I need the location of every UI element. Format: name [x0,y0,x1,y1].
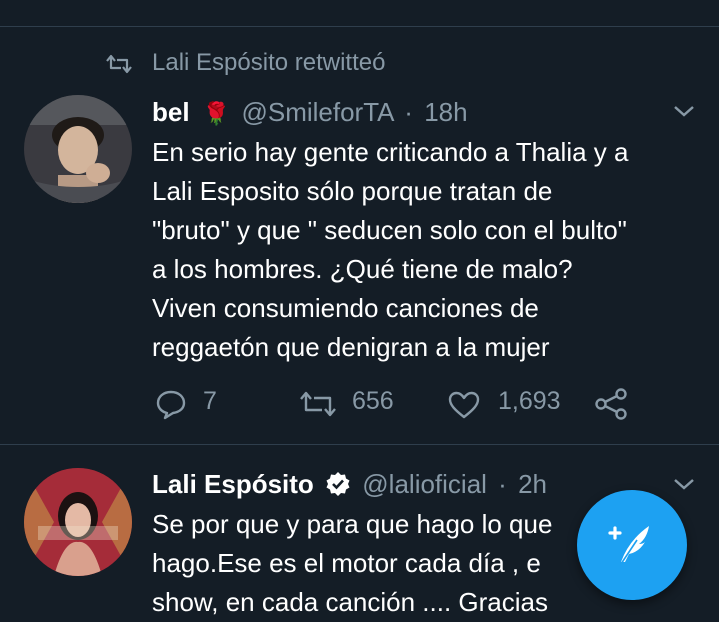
tweet-text-line: hago.Ese es el motor cada día , e [152,548,541,578]
timestamp[interactable]: 18h [424,97,467,127]
avatar[interactable] [24,468,132,576]
handle[interactable]: @lalioficial [362,469,487,499]
like-count: 1,693 [498,387,561,415]
retweet-icon[interactable] [300,0,334,6]
divider [0,26,719,27]
tweet-text-line: Se por que y para que hago lo que [152,509,553,539]
timestamp[interactable]: 2h [518,469,547,499]
rose-emoji: 🌹 [202,101,231,126]
separator: · [404,97,413,127]
tweet-text-line: Lali Esposito sólo porque tratan de [152,176,553,206]
tweet-text-line: En serio hay gente criticando a Thalia y… [152,137,629,167]
divider [0,444,719,445]
compose-tweet-button[interactable] [577,490,687,600]
reply-icon[interactable] [157,0,187,6]
tweet-text-line: "bruto" y que " seducen solo con el bult… [152,215,627,245]
retweet-icon [106,54,132,74]
reply-count: 7 [203,387,217,415]
separator: · [498,469,507,499]
verified-badge-icon [326,472,350,496]
share-icon[interactable] [593,387,629,421]
retweet-icon[interactable] [298,390,338,418]
chevron-down-icon[interactable] [672,103,696,119]
tweet-text-line: show, en cada canción .... Gracias [152,587,548,617]
display-name[interactable]: bel [152,97,190,127]
reply-icon[interactable] [155,388,187,420]
like-icon[interactable] [447,390,481,420]
retweet-count: 656 [352,387,394,415]
avatar[interactable] [24,95,132,203]
compose-feather-icon [608,526,649,565]
tweet-header: bel 🌹 @SmileforTA · 18h [152,94,468,130]
tweet-text-line: a los hombres. ¿Qué tiene de malo? [152,254,573,284]
display-name[interactable]: Lali Espósito [152,469,314,499]
retweet-context-text: Lali Espósito retwitteó [152,49,386,76]
tweet-text-line: Viven consumiendo canciones de [152,293,539,323]
tweet-text-line: reggaetón que denigran a la mujer [152,332,550,362]
like-icon[interactable] [450,0,480,6]
share-icon[interactable] [598,0,628,6]
handle[interactable]: @SmileforTA [241,97,393,127]
tweet-header: Lali Espósito @lalioficial · 2h [152,466,547,502]
